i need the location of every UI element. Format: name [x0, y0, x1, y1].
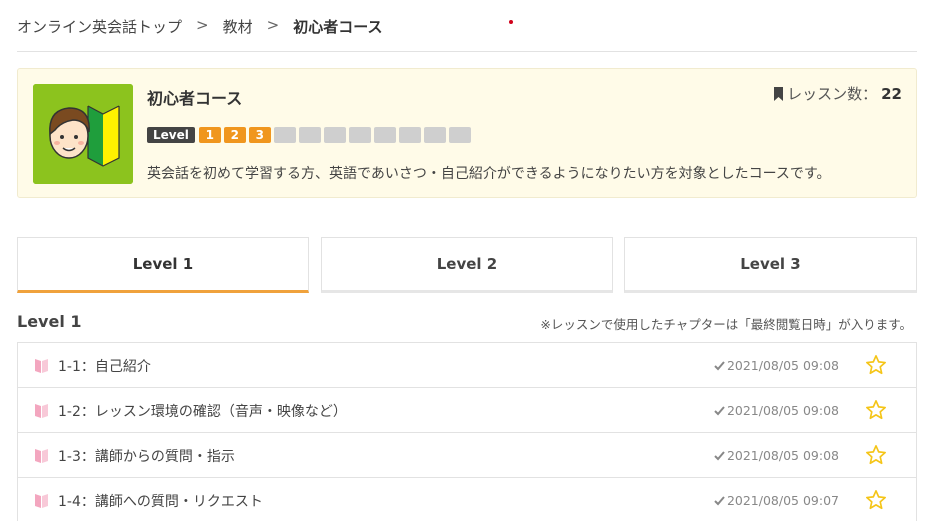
breadcrumb-separator: >: [196, 16, 209, 34]
lesson-count-label: レッスン数：: [787, 85, 878, 103]
lesson-title[interactable]: 1-2：レッスン環境の確認（音声・映像など）: [58, 401, 347, 421]
last-viewed-date: 2021/08/05 09:07: [714, 493, 839, 508]
course-description: 英会話を初めて学習する方、英語であいさつ・自己紹介ができるようになりたい方を対象…: [147, 166, 831, 182]
level-box-9: [398, 127, 421, 143]
lesson-list: 1-1：自己紹介 2021/08/05 09:08 1-2：レッスン環境の確認（…: [17, 342, 917, 521]
breadcrumb-current: 初心者コース: [293, 18, 383, 36]
date-text: 2021/08/05 09:08: [726, 448, 839, 463]
level-box-5: [298, 127, 321, 143]
last-viewed-date: 2021/08/05 09:08: [714, 448, 839, 463]
book-icon: [35, 494, 48, 508]
check-icon: [714, 405, 725, 415]
level-tabs: Level 1 Level 2 Level 3: [17, 237, 917, 293]
last-viewed-date: 2021/08/05 09:08: [714, 403, 839, 418]
book-icon: [35, 404, 48, 418]
tab-level-2[interactable]: Level 2: [321, 237, 613, 293]
breadcrumb-materials-link[interactable]: 教材: [223, 16, 253, 37]
level-box-10: [423, 127, 446, 143]
level-box-1: 1: [198, 127, 221, 143]
section-title: Level 1: [17, 312, 82, 331]
level-box-11: [448, 127, 471, 143]
check-icon: [714, 360, 725, 370]
decorative-dot: [509, 20, 513, 24]
section-note: ※レッスンで使用したチャプターは「最終閲覧日時」が入ります。: [540, 317, 912, 332]
date-text: 2021/08/05 09:08: [726, 358, 839, 373]
tab-level-1[interactable]: Level 1: [17, 237, 309, 293]
lesson-row[interactable]: 1-1：自己紹介 2021/08/05 09:08: [17, 343, 917, 388]
bookmark-icon: [774, 86, 784, 101]
breadcrumb-home-link[interactable]: オンライン英会話トップ: [17, 16, 182, 37]
date-text: 2021/08/05 09:08: [726, 403, 839, 418]
lesson-title[interactable]: 1-4：講師への質問・リクエスト: [58, 491, 263, 511]
check-icon: [714, 450, 725, 460]
star-outline-icon[interactable]: [865, 354, 887, 376]
beginner-boy-illustration: [33, 84, 133, 184]
lesson-row[interactable]: 1-2：レッスン環境の確認（音声・映像など） 2021/08/05 09:08: [17, 388, 917, 433]
lesson-row[interactable]: 1-4：講師への質問・リクエスト 2021/08/05 09:07: [17, 478, 917, 521]
star-outline-icon[interactable]: [865, 399, 887, 421]
level-box-3: 3: [248, 127, 271, 143]
book-icon: [35, 359, 48, 373]
check-icon: [714, 495, 725, 505]
section-header: Level 1 ※レッスンで使用したチャプターは「最終閲覧日時」が入ります。: [17, 312, 917, 332]
star-outline-icon[interactable]: [865, 489, 887, 511]
level-box-2: 2: [223, 127, 246, 143]
date-text: 2021/08/05 09:07: [726, 493, 839, 508]
level-box-4: [273, 127, 296, 143]
level-indicator: Level 1 2 3: [147, 127, 471, 143]
level-box-6: [323, 127, 346, 143]
last-viewed-date: 2021/08/05 09:08: [714, 358, 839, 373]
course-card: 初心者コース レッスン数： 22 Level 1 2 3 英会話を初めて学習する…: [17, 68, 917, 198]
breadcrumb: オンライン英会話トップ > 教材 > 初心者コース: [17, 16, 917, 52]
star-outline-icon[interactable]: [865, 444, 887, 466]
lesson-title[interactable]: 1-3：講師からの質問・指示: [58, 446, 235, 466]
lesson-count: レッスン数： 22: [774, 83, 902, 104]
breadcrumb-separator: >: [266, 16, 280, 34]
tab-level-3[interactable]: Level 3: [624, 237, 917, 293]
lesson-count-value: 22: [881, 84, 902, 103]
book-icon: [35, 449, 48, 463]
course-thumbnail: [33, 84, 133, 184]
level-box-7: [348, 127, 371, 143]
course-title: 初心者コース: [147, 89, 243, 108]
lesson-row[interactable]: 1-3：講師からの質問・指示 2021/08/05 09:08: [17, 433, 917, 478]
lesson-title[interactable]: 1-1：自己紹介: [58, 356, 151, 376]
level-tag: Level: [147, 127, 195, 143]
level-box-8: [373, 127, 396, 143]
